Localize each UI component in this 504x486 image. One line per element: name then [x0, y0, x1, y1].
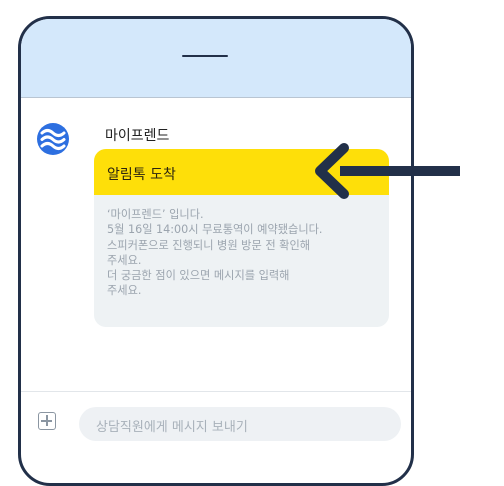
message-body: ‘마이프렌드’ 입니다. 5월 16일 14:00시 무료통역이 예약됐습니다.… — [107, 207, 387, 299]
message-title: 알림톡 도착 — [107, 167, 176, 183]
sender-name: 마이프렌드 — [105, 128, 170, 144]
sender-avatar — [37, 123, 69, 155]
message-input-placeholder: 상담직원에게 메시지 보내기 — [96, 420, 248, 435]
message-line: 주세요. — [107, 284, 142, 298]
message-line: 5월 16일 14:00시 무료통역이 예약됐습니다. — [107, 223, 323, 237]
message-line: 더 궁금한 점이 있으면 메시지를 입력해 — [107, 269, 290, 283]
wave-logo-icon — [40, 129, 66, 150]
speaker-slot — [182, 55, 228, 57]
message-line: ‘마이프렌드’ 입니다. — [107, 208, 204, 221]
phone-frame: 마이프렌드 알림톡 도착 ‘마이프렌드’ 입니다. 5월 16일 14:00시 … — [18, 16, 414, 486]
phone-header — [21, 19, 411, 98]
message-line: 스피커폰으로 진행되니 병원 방문 전 확인해 — [107, 238, 311, 252]
add-attachment-button[interactable] — [38, 412, 56, 430]
message-input[interactable]: 상담직원에게 메시지 보내기 — [79, 407, 401, 441]
composer-divider — [21, 391, 411, 392]
pointer-arrow-icon — [315, 143, 460, 199]
message-line: 주세요. — [107, 253, 142, 267]
